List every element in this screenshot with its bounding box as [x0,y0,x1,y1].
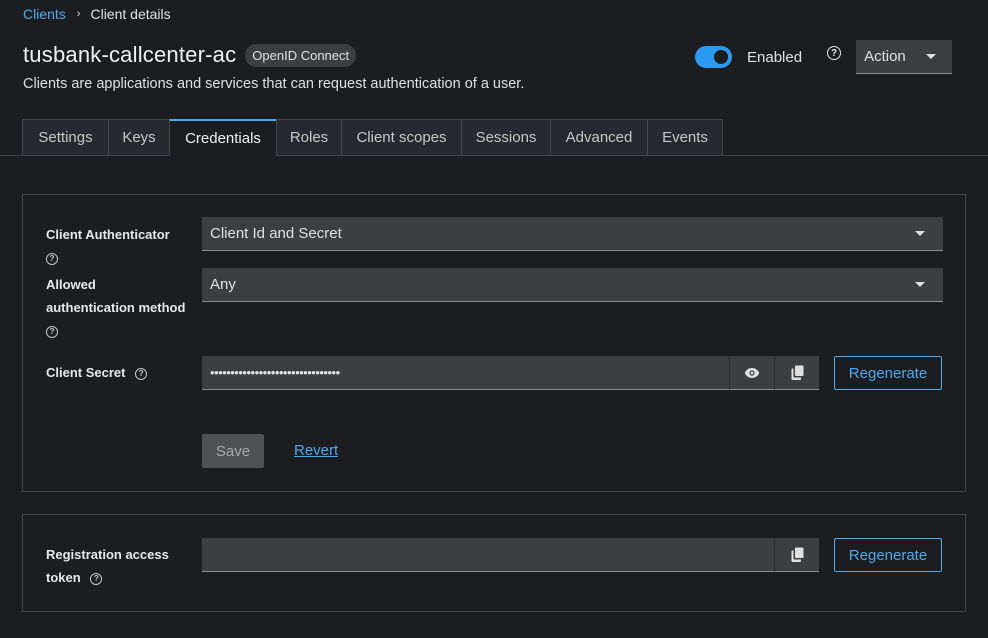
allowed-method-label: Allowed authentication method ? [46,273,185,342]
client-authenticator-value: Client Id and Secret [210,225,342,242]
header-controls: Enabled ? Action [695,40,953,74]
breadcrumb: Clients › Client details [23,6,171,22]
client-secret-label-text: Client Secret [46,365,126,380]
client-authenticator-label-text: Client Authenticator [46,227,170,242]
allowed-method-label-line2: authentication method [46,300,186,315]
caret-down-icon [915,282,925,287]
copy-icon [791,365,803,380]
save-button[interactable]: Save [202,434,264,468]
help-icon[interactable]: ? [827,46,842,60]
tab-bar: Settings Keys Credentials Roles Client s… [0,119,988,156]
enabled-label: Enabled [747,48,803,66]
action-label: Action [864,48,906,65]
copy-secret-button[interactable] [774,356,819,390]
chevron-right-icon: › [76,8,81,20]
show-secret-button[interactable] [729,356,774,390]
tab-keys[interactable]: Keys [108,119,170,155]
registration-token-input[interactable] [202,538,774,572]
regenerate-token-button[interactable]: Regenerate [834,538,942,572]
allowed-method-label-line1: Allowed [46,277,96,292]
registration-panel: Registration access token ? Regenerate [22,514,966,612]
credentials-panel: Client Authenticator ? Client Id and Sec… [22,194,966,492]
caret-down-icon [915,231,925,236]
client-authenticator-select[interactable]: Client Id and Secret [202,217,943,251]
action-dropdown[interactable]: Action [856,40,953,74]
client-authenticator-label: Client Authenticator ? [46,223,170,269]
registration-token-label-line2: token [46,570,81,585]
caret-down-icon [926,54,937,59]
toggle-knob [714,50,728,64]
tab-client-scopes[interactable]: Client scopes [341,119,462,155]
help-icon[interactable]: ? [46,252,58,265]
copy-icon [791,547,803,562]
protocol-badge: OpenID Connect [245,43,357,67]
help-icon[interactable]: ? [90,572,103,585]
client-secret-label: Client Secret ? [46,361,148,384]
client-secret-input[interactable]: •••••••••••••••••••••••••••••••• [202,356,729,390]
tab-advanced[interactable]: Advanced [550,119,648,155]
eye-icon [744,367,760,378]
allowed-method-select[interactable]: Any [202,268,943,302]
page-subtitle: Clients are applications and services th… [23,76,525,92]
tab-events[interactable]: Events [647,119,723,155]
copy-token-button[interactable] [774,538,819,572]
tab-credentials[interactable]: Credentials [169,119,277,156]
help-icon[interactable]: ? [135,367,148,380]
breadcrumb-current: Client details [90,6,171,22]
registration-token-label-line1: Registration access [46,547,169,562]
revert-button[interactable]: Revert [294,442,338,459]
regenerate-secret-button[interactable]: Regenerate [834,356,942,390]
tab-settings[interactable]: Settings [22,119,109,155]
registration-token-label: Registration access token ? [46,543,169,589]
tab-roles[interactable]: Roles [276,119,342,155]
page-header: tusbank-callcenter-ac OpenID Connect [23,42,357,68]
tab-sessions[interactable]: Sessions [461,119,551,155]
breadcrumb-clients-link[interactable]: Clients [23,6,66,22]
enabled-toggle[interactable] [695,46,732,68]
help-icon[interactable]: ? [46,325,58,338]
page-title: tusbank-callcenter-ac [23,42,237,67]
allowed-method-value: Any [210,276,236,293]
